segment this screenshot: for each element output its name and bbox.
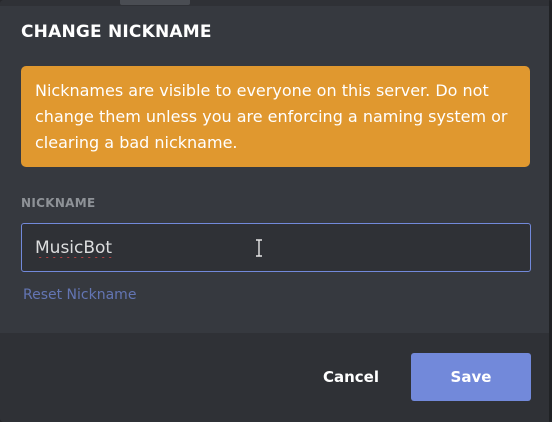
text-cursor-icon xyxy=(256,239,262,257)
nickname-input[interactable] xyxy=(21,223,531,272)
modal-footer: Cancel Save xyxy=(0,333,552,422)
modal-top-strip xyxy=(0,0,552,6)
modal-title: CHANGE NICKNAME xyxy=(21,22,212,42)
warning-notice: Nicknames are visible to everyone on thi… xyxy=(21,66,530,167)
reset-nickname-link[interactable]: Reset Nickname xyxy=(23,287,136,303)
save-button[interactable]: Save xyxy=(411,353,531,401)
change-nickname-modal: CHANGE NICKNAME Nicknames are visible to… xyxy=(0,0,552,422)
top-strip-mark xyxy=(120,0,190,5)
cancel-button[interactable]: Cancel xyxy=(310,353,392,401)
warning-text: Nicknames are visible to everyone on thi… xyxy=(35,81,508,152)
nickname-label: NICKNAME xyxy=(21,196,96,210)
